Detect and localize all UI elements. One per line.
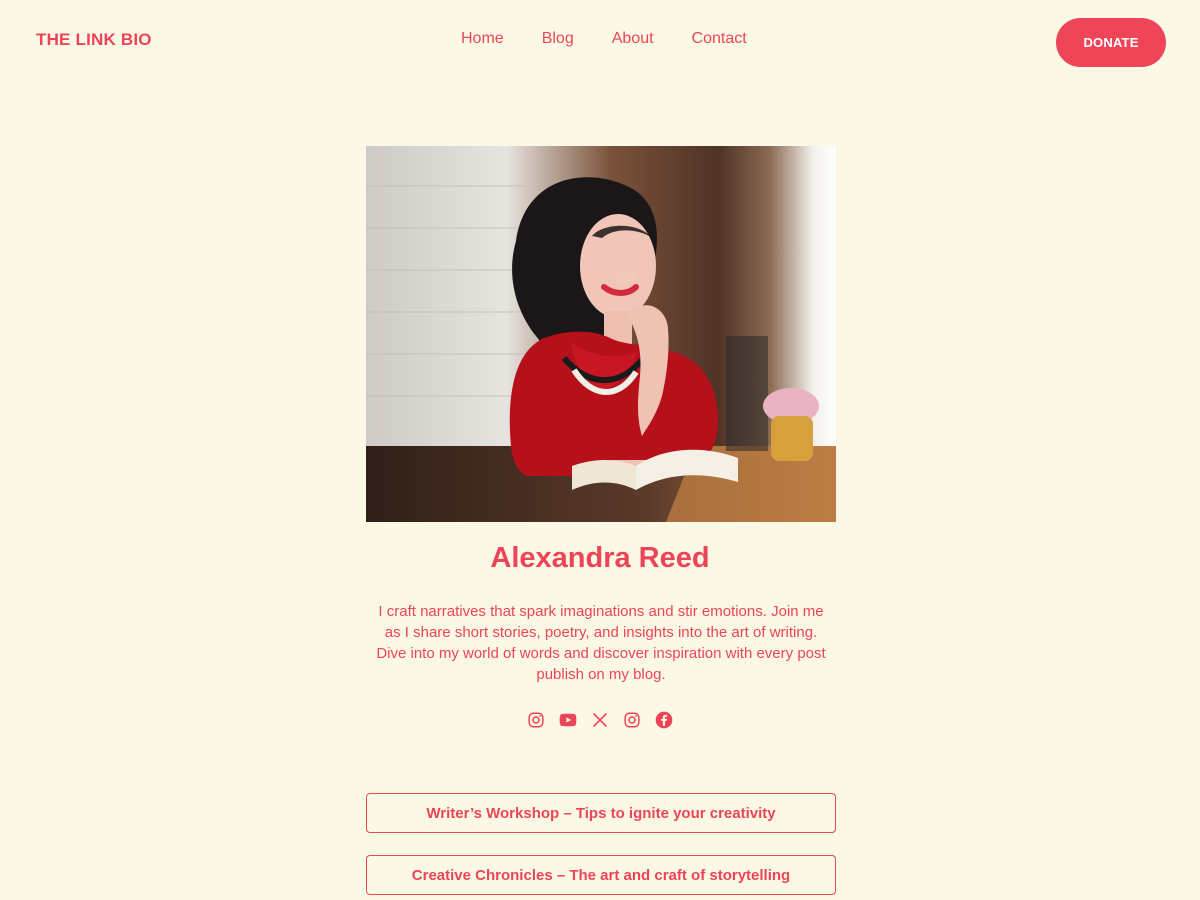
instagram-icon[interactable] — [622, 710, 642, 730]
x-icon[interactable] — [590, 710, 610, 730]
youtube-icon[interactable] — [558, 710, 578, 730]
nav-item-home[interactable]: Home — [461, 30, 504, 48]
site-title[interactable]: THE LINK BIO — [36, 30, 152, 50]
nav-item-about[interactable]: About — [612, 30, 654, 48]
link-button-creative-chronicles[interactable]: Creative Chronicles – The art and craft … — [366, 855, 836, 895]
nav-item-blog[interactable]: Blog — [542, 30, 574, 48]
nav-item-contact[interactable]: Contact — [692, 30, 747, 48]
facebook-icon[interactable] — [654, 710, 674, 730]
social-links — [0, 710, 1200, 730]
profile-name: Alexandra Reed — [490, 542, 710, 574]
donate-button[interactable]: DONATE — [1056, 18, 1166, 67]
profile-photo — [366, 146, 836, 522]
profile-bio: I craft narratives that spark imaginatio… — [376, 603, 826, 683]
main-navigation: Home Blog About Contact — [461, 30, 747, 48]
link-button-writers-workshop[interactable]: Writer’s Workshop – Tips to ignite your … — [366, 793, 836, 833]
instagram-icon[interactable] — [526, 710, 546, 730]
profile-photo-illustration — [366, 146, 836, 522]
site-header: THE LINK BIO Home Blog About Contact DON… — [0, 0, 1200, 84]
